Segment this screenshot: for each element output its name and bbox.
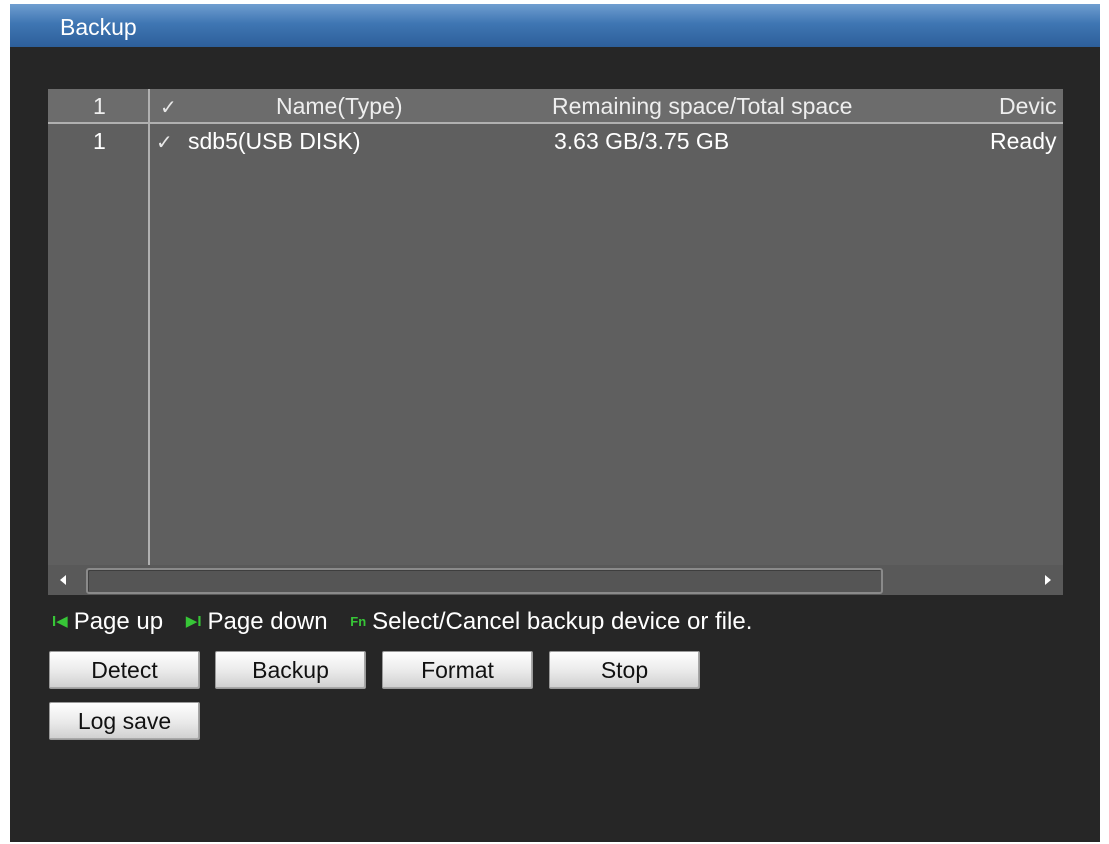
detect-button[interactable]: Detect [49, 651, 200, 689]
row-name: sdb5(USB DISK) [188, 128, 361, 154]
stop-button[interactable]: Stop [549, 651, 700, 689]
page-down-hint: Page down [207, 607, 328, 635]
header-index[interactable]: 1 [93, 92, 106, 120]
format-button[interactable]: Format [382, 651, 533, 689]
header-device[interactable]: Devic [999, 92, 1057, 120]
page-down-icon: ▶I [185, 612, 202, 630]
backup-window: Backup 1 ✓ Name(Type) Remaining space/To… [10, 4, 1100, 842]
header-space[interactable]: Remaining space/Total space [552, 92, 852, 120]
row-space: 3.63 GB/3.75 GB [554, 128, 730, 154]
header-name-type[interactable]: Name(Type) [276, 92, 403, 120]
fn-icon: Fn [350, 613, 367, 629]
row-index: 1 [93, 128, 106, 154]
window-title: Backup [60, 14, 137, 40]
scroll-thumb[interactable] [86, 568, 883, 594]
log-save-button[interactable]: Log save [49, 702, 200, 740]
scroll-left-arrow-icon[interactable] [60, 575, 66, 585]
fn-hint: Select/Cancel backup device or file. [372, 607, 753, 635]
device-table: 1 ✓ Name(Type) Remaining space/Total spa… [48, 89, 1063, 595]
horizontal-scrollbar[interactable] [48, 565, 1063, 595]
table-row[interactable]: 1 ✓ sdb5(USB DISK) 3.63 GB/3.75 GB Ready [48, 127, 1063, 157]
column-divider [148, 89, 150, 565]
header-divider [48, 122, 1063, 124]
row-checkbox[interactable]: ✓ [156, 129, 173, 157]
page-up-hint: Page up [73, 607, 164, 635]
backup-button[interactable]: Backup [215, 651, 366, 689]
hint-bar: I◀ Page up ▶I Page down Fn Select/Cancel ba… [52, 605, 1052, 637]
table-header: 1 ✓ Name(Type) Remaining space/Total spa… [48, 89, 1063, 122]
row-device-status: Ready [990, 128, 1057, 154]
title-bar: Backup [10, 4, 1100, 47]
header-select-all-checkbox[interactable]: ✓ [160, 94, 177, 122]
page-up-icon: I◀ [52, 612, 68, 630]
scroll-right-arrow-icon[interactable] [1045, 575, 1051, 585]
